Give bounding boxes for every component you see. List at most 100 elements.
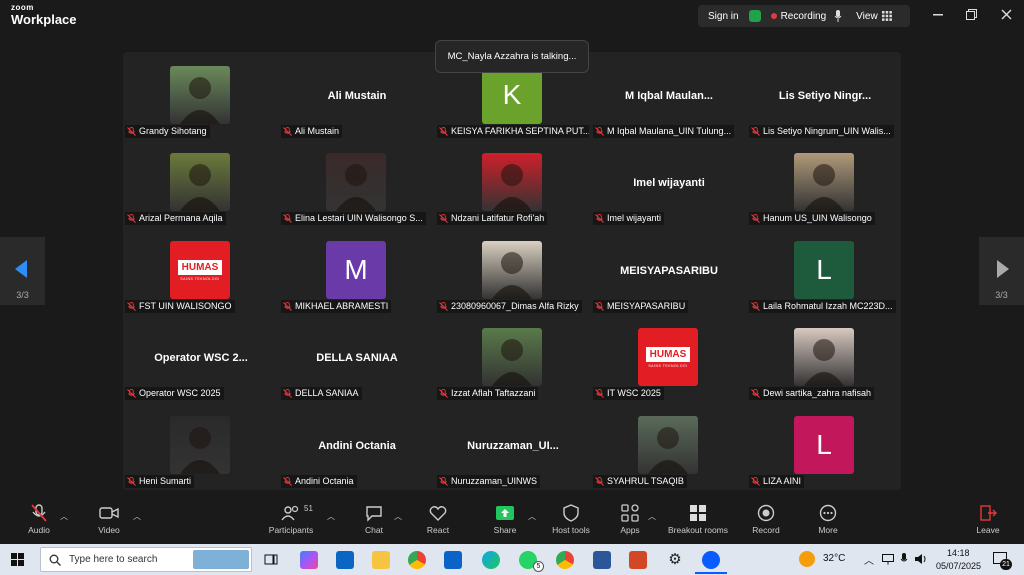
leave-button[interactable]: Leave	[974, 504, 1002, 535]
windows-start-icon[interactable]	[11, 553, 24, 566]
video-options-caret-icon[interactable]: ︿	[133, 511, 141, 522]
powerpoint-icon[interactable]	[629, 551, 647, 569]
apps-button[interactable]: Apps	[616, 504, 644, 535]
share-caret-icon[interactable]: ︿	[528, 511, 536, 522]
audio-options-caret-icon[interactable]: ︿	[60, 511, 68, 522]
participant-tile[interactable]: Dewi sartika_zahra nafisah	[747, 314, 903, 402]
outlook-icon[interactable]	[444, 551, 462, 569]
host-tools-button[interactable]: Host tools	[549, 504, 593, 535]
participant-name: M Iqbal Maulana_UIN Tulung...	[607, 126, 732, 136]
participant-display-name: Ali Mustain	[327, 90, 387, 102]
person-silhouette	[180, 427, 220, 474]
video-button[interactable]: Video	[92, 504, 126, 535]
participant-name: Heni Sumarti	[139, 476, 192, 486]
sign-in-button[interactable]: Sign in	[698, 11, 749, 22]
clock-time[interactable]: 14:18	[947, 548, 970, 558]
participant-tile[interactable]: Operator WSC 2... Operator WSC 2025	[123, 314, 279, 402]
security-shield-icon[interactable]	[748, 10, 761, 22]
participants-caret-icon[interactable]: ︿	[327, 511, 335, 522]
participant-tile[interactable]: L LIZA AINI	[747, 402, 903, 490]
participant-tile[interactable]: Izzat Aflah Taftazzani	[435, 314, 591, 402]
participant-tile[interactable]: HUMAS SAINS TEKNOLOGI IT WSC 2025	[591, 314, 747, 402]
edge-icon[interactable]	[482, 551, 500, 569]
view-button[interactable]: View	[856, 11, 878, 22]
weather-icon[interactable]	[799, 551, 815, 567]
recording-label[interactable]: Recording	[781, 11, 827, 22]
speaker-icon[interactable]	[914, 553, 927, 565]
participant-tile[interactable]: MEISYAPASARIBU MEISYAPASARIBU	[591, 227, 747, 315]
network-icon[interactable]	[882, 554, 894, 565]
participant-name: SYAHRUL TSAQIB	[607, 476, 684, 486]
chat-caret-icon[interactable]: ︿	[394, 511, 402, 522]
participant-tile[interactable]: Arizal Permana Aqila	[123, 139, 279, 227]
person-silhouette	[492, 164, 532, 211]
participant-nameplate: FST UIN WALISONGO	[125, 300, 235, 313]
record-icon	[757, 504, 775, 522]
word-icon[interactable]	[593, 551, 611, 569]
participant-tile[interactable]: Heni Sumarti	[123, 402, 279, 490]
participant-tile[interactable]: DELLA SANIAA DELLA SANIAA	[279, 314, 435, 402]
breakout-rooms-icon	[690, 505, 706, 521]
chrome-profile-icon[interactable]	[556, 551, 574, 569]
participant-tile[interactable]: L Laila Rohmatul Izzah MC223D...	[747, 227, 903, 315]
apps-caret-icon[interactable]: ︿	[648, 511, 656, 522]
heart-icon	[429, 506, 447, 521]
participant-name: LIZA AINI	[763, 476, 802, 486]
zoom-app-icon[interactable]	[702, 551, 720, 569]
participant-tile[interactable]: HUMAS SAINS TEKNOLOGI FST UIN WALISONGO	[123, 227, 279, 315]
participant-name: FST UIN WALISONGO	[139, 301, 232, 311]
previous-page-button[interactable]: 3/3	[0, 237, 45, 305]
share-button[interactable]: Share	[489, 504, 521, 535]
next-page-button[interactable]: 3/3	[979, 237, 1024, 305]
active-speaker-toast: MC_Nayla Azzahra is talking...	[435, 40, 589, 73]
participant-tile[interactable]: Elina Lestari UIN Walisongo S...	[279, 139, 435, 227]
copilot-icon[interactable]	[300, 551, 318, 569]
participant-tile[interactable]: Grandy Sihotang	[123, 52, 279, 140]
restore-icon[interactable]	[966, 9, 977, 20]
participant-tile[interactable]: 23080960067_Dimas Alfa Rizky	[435, 227, 591, 315]
participant-tile[interactable]: Ali Mustain Ali Mustain	[279, 52, 435, 140]
participant-tile[interactable]: M MIKHAEL ABRAMESTI	[279, 227, 435, 315]
taskbar-search-box[interactable]: Type here to search	[40, 547, 252, 572]
task-view-icon[interactable]	[264, 553, 278, 566]
participant-tile[interactable]: Nuruzzaman_UI... Nuruzzaman_UINWS	[435, 402, 591, 490]
participant-tile[interactable]: Lis Setiyo Ningr... Lis Setiyo Ningrum_UI…	[747, 52, 903, 140]
more-button[interactable]: More	[814, 504, 842, 535]
microsoft-store-icon[interactable]	[336, 551, 354, 569]
clock-date[interactable]: 05/07/2025	[936, 561, 981, 571]
grid-view-icon[interactable]	[881, 11, 892, 21]
weather-temperature[interactable]: 32°C	[823, 553, 845, 564]
breakout-rooms-button[interactable]: Breakout rooms	[666, 504, 730, 535]
settings-gear-icon[interactable]: ⚙	[666, 551, 684, 569]
participant-nameplate: Ndzani Latifatur Rofi'ah	[437, 212, 548, 225]
participant-name: MEISYAPASARIBU	[607, 301, 686, 311]
close-icon[interactable]	[1001, 9, 1012, 20]
audio-button[interactable]: Audio	[22, 504, 56, 535]
shield-icon	[563, 504, 579, 522]
chrome-icon[interactable]	[408, 551, 426, 569]
person-silhouette	[804, 339, 844, 386]
participant-tile[interactable]: M Iqbal Maulan... M Iqbal Maulana_UIN Tul…	[591, 52, 747, 140]
chat-bubble-icon	[366, 506, 382, 522]
react-button[interactable]: React	[422, 504, 454, 535]
participant-tile[interactable]: Andini Octania Andini Octania	[279, 402, 435, 490]
microphone-muted-icon	[751, 477, 760, 486]
participant-tile[interactable]: Hanum US_UIN Walisongo	[747, 139, 903, 227]
file-explorer-icon[interactable]	[372, 551, 390, 569]
participant-nameplate: MIKHAEL ABRAMESTI	[281, 300, 392, 313]
participant-tile[interactable]: Ndzani Latifatur Rofi'ah	[435, 139, 591, 227]
microphone-tray-icon[interactable]	[900, 553, 908, 565]
minimize-icon[interactable]	[933, 14, 943, 16]
participant-tile[interactable]: SYAHRUL TSAQIB	[591, 402, 747, 490]
chat-button[interactable]: Chat	[360, 504, 388, 535]
search-placeholder: Type here to search	[69, 554, 158, 565]
participant-video	[170, 66, 230, 124]
record-button[interactable]: Record	[750, 504, 782, 535]
participant-tile[interactable]: Imel wijayanti Imel wijayanti	[591, 139, 747, 227]
apps-label: Apps	[620, 525, 640, 535]
participant-video	[170, 153, 230, 211]
participant-nameplate: Hanum US_UIN Walisongo	[749, 212, 875, 225]
participant-nameplate: IT WSC 2025	[593, 387, 664, 400]
microphone-muted-icon	[595, 389, 604, 398]
tray-expand-icon[interactable]: ︿	[864, 552, 874, 567]
